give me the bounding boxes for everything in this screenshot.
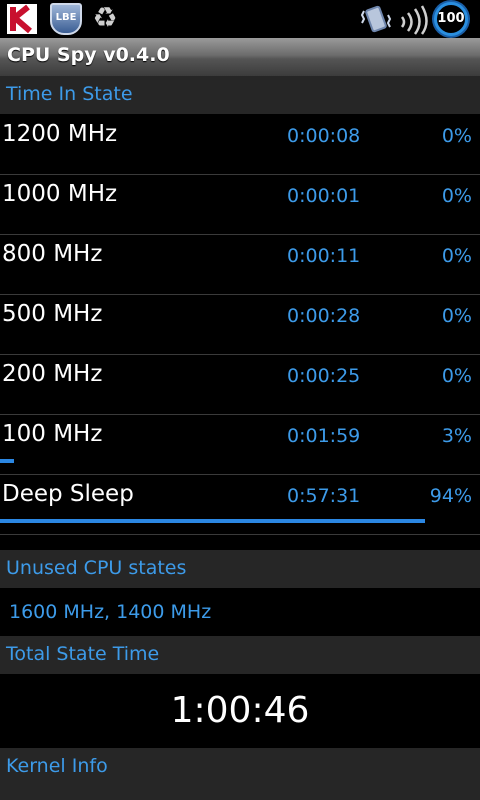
signal-icon	[400, 5, 428, 35]
state-frequency: 800 MHz	[2, 241, 103, 267]
state-progress-bar	[0, 519, 425, 523]
app-title-bar: CPU Spy v0.4.0	[0, 38, 480, 76]
time-in-state-header: Time In State	[0, 76, 480, 114]
lbe-shield-icon: LBE	[50, 3, 82, 35]
battery-icon: 100	[434, 2, 468, 36]
app-title: CPU Spy v0.4.0	[7, 44, 170, 66]
state-percent: 94%	[429, 485, 472, 507]
recycle-icon: ♻	[92, 1, 118, 34]
state-duration: 0:57:31	[287, 485, 361, 507]
state-row: 200 MHz 0:00:25 0%	[0, 355, 480, 415]
time-in-state-label: Time In State	[6, 83, 133, 105]
state-duration: 0:01:59	[287, 425, 361, 447]
unused-states-header: Unused CPU states	[0, 550, 480, 588]
state-duration: 0:00:11	[287, 245, 361, 267]
state-frequency: 200 MHz	[2, 361, 103, 387]
state-bar-track	[0, 159, 452, 163]
state-row: 1200 MHz 0:00:08 0%	[0, 115, 480, 175]
state-row: Deep Sleep 0:57:31 94%	[0, 475, 480, 535]
list-footer-spacer	[0, 535, 480, 550]
state-bar-track	[0, 459, 452, 463]
kaspersky-icon	[7, 4, 37, 34]
state-percent: 3%	[441, 425, 472, 447]
kernel-info-header: Kernel Info	[0, 748, 480, 800]
state-bar-track	[0, 339, 452, 343]
state-frequency: 100 MHz	[2, 421, 103, 447]
total-state-time-header: Total State Time	[0, 636, 480, 674]
state-percent: 0%	[441, 305, 472, 327]
state-duration: 0:00:28	[287, 305, 361, 327]
total-state-time-content: 1:00:46	[0, 674, 480, 748]
status-bar: LBE ♻ 100	[0, 0, 480, 38]
unused-states-content: 1600 MHz, 1400 MHz	[0, 588, 480, 636]
state-percent: 0%	[441, 125, 472, 147]
vibrate-icon	[360, 5, 392, 33]
state-row: 500 MHz 0:00:28 0%	[0, 295, 480, 355]
state-percent: 0%	[441, 245, 472, 267]
state-frequency: Deep Sleep	[2, 481, 134, 507]
state-progress-bar	[0, 459, 14, 463]
state-frequency: 1200 MHz	[2, 121, 118, 147]
state-frequency: 1000 MHz	[2, 181, 118, 207]
state-duration: 0:00:01	[287, 185, 361, 207]
total-state-time-value: 1:00:46	[170, 690, 310, 731]
state-row: 800 MHz 0:00:11 0%	[0, 235, 480, 295]
kernel-info-label: Kernel Info	[6, 755, 108, 777]
unused-states-label: Unused CPU states	[6, 557, 187, 579]
unused-states-value: 1600 MHz, 1400 MHz	[9, 601, 212, 623]
state-bar-track	[0, 519, 452, 523]
state-percent: 0%	[441, 365, 472, 387]
state-bar-track	[0, 279, 452, 283]
state-bar-track	[0, 399, 452, 403]
state-bar-track	[0, 219, 452, 223]
state-duration: 0:00:08	[287, 125, 361, 147]
state-duration: 0:00:25	[287, 365, 361, 387]
state-percent: 0%	[441, 185, 472, 207]
total-state-time-label: Total State Time	[6, 643, 160, 665]
state-row: 100 MHz 0:01:59 3%	[0, 415, 480, 475]
state-frequency: 500 MHz	[2, 301, 103, 327]
state-row: 1000 MHz 0:00:01 0%	[0, 175, 480, 235]
